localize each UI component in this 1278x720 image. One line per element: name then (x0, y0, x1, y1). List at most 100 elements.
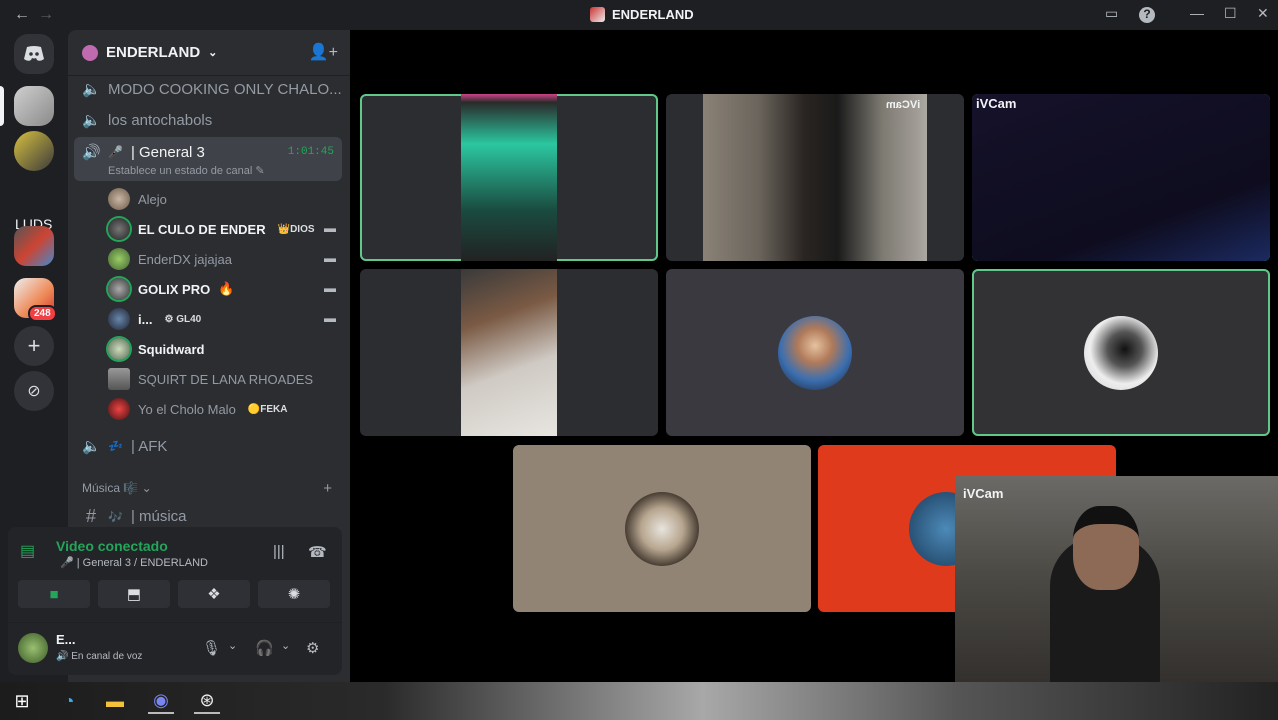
channel-voice-2[interactable]: 🔈 los antochabols (82, 111, 212, 130)
channel-musica[interactable]: # 🎶 | música (82, 506, 187, 527)
speaker-icon: 🔈 (82, 438, 101, 455)
window-title: ENDERLAND (590, 7, 694, 22)
screen-share-button[interactable]: ⬒ (98, 580, 170, 608)
microphone-icon: 🎤 (108, 145, 123, 159)
server-icon-voice[interactable] (14, 131, 54, 171)
music-icon: 🎶 (108, 509, 123, 524)
edge-browser-icon[interactable]: ◔ (56, 688, 82, 714)
forward-arrow-icon[interactable]: → (38, 6, 54, 24)
chevron-down-icon[interactable]: ⌄ (228, 639, 237, 652)
close-icon[interactable]: ✕ (1257, 5, 1269, 22)
voice-member[interactable]: SQUIRT DE LANA RHOADES (108, 368, 313, 390)
channel-general-3[interactable]: 🔊 🎤 | General 3 1:01:45 Establece un est… (74, 137, 342, 181)
avatar (108, 218, 130, 240)
hashtag-icon: # (85, 506, 96, 526)
avatar (108, 398, 130, 420)
discord-home-icon[interactable] (14, 34, 54, 74)
avatar-tile[interactable] (513, 445, 811, 612)
headphones-icon[interactable]: 🎧 (255, 639, 274, 657)
server-icon (590, 7, 605, 22)
voice-member[interactable]: EnderDX jajajaa (108, 248, 232, 270)
connection-status: Video conectado (56, 538, 168, 554)
discord-taskbar-icon[interactable]: ◉ (148, 688, 174, 714)
connection-channel[interactable]: 🎤 | General 3 / ENDERLAND (60, 556, 208, 569)
video-tile[interactable] (360, 94, 658, 261)
noise-suppression-icon[interactable]: ||| (273, 543, 285, 560)
server-folder[interactable] (14, 226, 54, 266)
channel-afk[interactable]: 🔈 💤 | AFK (82, 437, 167, 456)
avatar (108, 338, 130, 360)
avatar (108, 248, 130, 270)
obs-taskbar-icon[interactable]: ⊛ (194, 688, 220, 714)
maximize-icon[interactable]: ☐ (1224, 5, 1237, 22)
soundboard-icon: ✺ (287, 586, 301, 603)
channel-voice-1[interactable]: 🔈 MODO COOKING ONLY CHALO... (82, 80, 342, 99)
voice-member[interactable]: Squidward (108, 338, 204, 360)
minimize-icon[interactable]: — (1190, 5, 1204, 21)
channel-status[interactable]: Establece un estado de canal ✎ (108, 164, 265, 177)
stream-label: iVCam (976, 96, 1017, 111)
video-feed (972, 94, 1270, 261)
video-feed (703, 94, 927, 261)
video-tile[interactable]: iVCam (666, 94, 964, 261)
voice-member[interactable]: i... ⚙ GL40 (108, 308, 205, 330)
camera-icon: ▬ (324, 311, 336, 325)
server-name: ENDERLAND (106, 44, 201, 61)
speaker-active-icon: 🔊 (82, 144, 101, 161)
avatar (108, 308, 130, 330)
user-area: E... 🔊 En canal de voz 🎙 ⌄ 🎧 ⌄ ⚙ (8, 622, 342, 675)
back-arrow-icon[interactable]: ← (14, 6, 30, 24)
camera-button[interactable]: ■ (18, 580, 90, 608)
inbox-icon[interactable]: ▭ (1105, 5, 1118, 22)
windows-start-icon[interactable]: ⊞ (9, 688, 35, 714)
mention-badge: 248 (28, 305, 57, 322)
category-musica[interactable]: Música 🎼 ⌄ (82, 481, 152, 495)
avatar[interactable] (18, 633, 48, 663)
video-feed (461, 269, 557, 436)
voice-member[interactable]: Yo el Cholo Malo 🟡FEKA (108, 398, 292, 420)
role-tag: 👑DIOS (277, 223, 315, 235)
title-bar: ← → ENDERLAND ▭ ? — ☐ ✕ (0, 0, 1278, 30)
user-state: 🔊 En canal de voz (56, 651, 143, 662)
video-tile[interactable] (360, 269, 658, 436)
role-tag: 🟡FEKA (247, 403, 288, 415)
help-icon[interactable]: ? (1139, 7, 1155, 23)
voice-member[interactable]: EL CULO DE ENDER 👑DIOS (108, 218, 319, 240)
windows-taskbar: ⊞ ◔ ▬ ◉ ⊛ (0, 682, 1278, 720)
chevron-down-icon: ⌄ (208, 47, 218, 59)
discover-icon[interactable]: ⊘ (14, 371, 54, 411)
selected-server-pill (0, 86, 4, 126)
avatar (625, 491, 699, 566)
avatar (108, 278, 130, 300)
microphone-icon[interactable]: 🎙 (202, 639, 221, 657)
add-channel-icon[interactable]: + (323, 480, 332, 497)
camera-icon: ▬ (324, 251, 336, 265)
file-explorer-icon[interactable]: ▬ (102, 688, 128, 714)
soundboard-button[interactable]: ✺ (258, 580, 330, 608)
camera-icon: ▬ (324, 281, 336, 295)
voice-member[interactable]: Alejo (108, 188, 167, 210)
avatar-tile[interactable] (666, 269, 964, 436)
signal-icon[interactable]: ▤ (20, 541, 44, 565)
activities-button[interactable]: ❖ (178, 580, 250, 608)
video-tile[interactable]: iVCam (972, 94, 1270, 261)
activities-icon: ❖ (207, 586, 221, 603)
server-icon-enderland[interactable] (14, 86, 54, 126)
add-server-icon[interactable]: + (14, 326, 54, 366)
voice-member[interactable]: GOLIX PRO 🔥 (108, 278, 234, 300)
chevron-down-icon[interactable]: ⌄ (281, 639, 290, 652)
server-avatar (82, 44, 98, 61)
camera-icon: ■ (49, 585, 59, 603)
disconnect-icon[interactable]: ☎ (308, 543, 327, 561)
fire-icon: 🔥 (218, 281, 235, 296)
call-timer: 1:01:45 (287, 146, 334, 158)
speaker-icon: 🔈 (82, 112, 101, 129)
server-header[interactable]: ENDERLAND ⌄ 👤+ (68, 30, 350, 76)
user-name[interactable]: E... (56, 632, 76, 647)
video-feed (1073, 506, 1139, 590)
gear-icon[interactable]: ⚙ (306, 639, 319, 657)
avatar-tile[interactable] (972, 269, 1270, 436)
avatar (778, 315, 852, 390)
avatar (1084, 315, 1158, 390)
add-member-icon[interactable]: 👤+ (309, 42, 338, 62)
